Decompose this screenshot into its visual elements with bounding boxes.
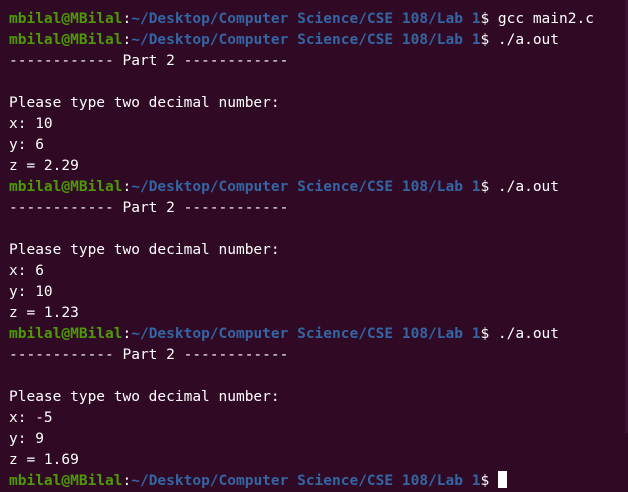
output-line: Please type two decimal number: xyxy=(9,95,280,111)
output-line: Please type two decimal number: xyxy=(9,242,280,258)
prompt-path: ~/Desktop/Computer Science/CSE 108/Lab 1 xyxy=(131,179,481,195)
prompt-symbol: $ xyxy=(480,32,498,48)
prompt-path: ~/Desktop/Computer Science/CSE 108/Lab 1 xyxy=(131,326,481,342)
command-text: gcc main2.c xyxy=(497,11,594,27)
output-line: x: -5 xyxy=(9,410,53,426)
output-line: y: 10 xyxy=(9,284,53,300)
terminal-window[interactable]: mbilal@MBilal:~/Desktop/Computer Science… xyxy=(0,0,628,489)
prompt-line: mbilal@MBilal:~/Desktop/Computer Science… xyxy=(9,30,628,51)
prompt-separator: : xyxy=(122,11,132,27)
prompt-user-host: mbilal@MBilal xyxy=(9,326,123,342)
prompt-line: mbilal@MBilal:~/Desktop/Computer Science… xyxy=(9,471,628,492)
output-line: z = 1.23 xyxy=(9,305,79,321)
text-cursor[interactable] xyxy=(497,471,507,488)
prompt-user-host: mbilal@MBilal xyxy=(9,179,123,195)
prompt-user-host: mbilal@MBilal xyxy=(9,473,123,489)
output-line: x: 6 xyxy=(9,263,44,279)
prompt-path: ~/Desktop/Computer Science/CSE 108/Lab 1 xyxy=(131,473,481,489)
output-line: x: 10 xyxy=(9,116,53,132)
output-line: z = 1.69 xyxy=(9,452,79,468)
prompt-line: mbilal@MBilal:~/Desktop/Computer Science… xyxy=(9,177,628,198)
prompt-symbol: $ xyxy=(480,179,498,195)
terminal-output: mbilal@MBilal:~/Desktop/Computer Science… xyxy=(9,9,628,492)
prompt-symbol: $ xyxy=(480,473,498,489)
command-text: ./a.out xyxy=(497,326,560,342)
prompt-path: ~/Desktop/Computer Science/CSE 108/Lab 1 xyxy=(131,32,481,48)
output-line: y: 6 xyxy=(9,137,44,153)
command-text: ./a.out xyxy=(497,32,560,48)
output-line: y: 9 xyxy=(9,431,44,447)
output-line: ------------ Part 2 ------------ xyxy=(9,53,289,69)
prompt-separator: : xyxy=(122,179,132,195)
prompt-separator: : xyxy=(122,473,132,489)
prompt-user-host: mbilal@MBilal xyxy=(9,11,123,27)
prompt-user-host: mbilal@MBilal xyxy=(9,32,123,48)
prompt-path: ~/Desktop/Computer Science/CSE 108/Lab 1 xyxy=(131,11,481,27)
output-line: ------------ Part 2 ------------ xyxy=(9,347,289,363)
prompt-symbol: $ xyxy=(480,326,498,342)
output-line: ------------ Part 2 ------------ xyxy=(9,200,289,216)
command-text: ./a.out xyxy=(497,179,560,195)
prompt-separator: : xyxy=(122,326,132,342)
output-line: Please type two decimal number: xyxy=(9,389,280,405)
prompt-line: mbilal@MBilal:~/Desktop/Computer Science… xyxy=(9,324,628,345)
prompt-separator: : xyxy=(122,32,132,48)
prompt-line: mbilal@MBilal:~/Desktop/Computer Science… xyxy=(9,9,628,30)
prompt-symbol: $ xyxy=(480,11,498,27)
output-line: z = 2.29 xyxy=(9,158,79,174)
